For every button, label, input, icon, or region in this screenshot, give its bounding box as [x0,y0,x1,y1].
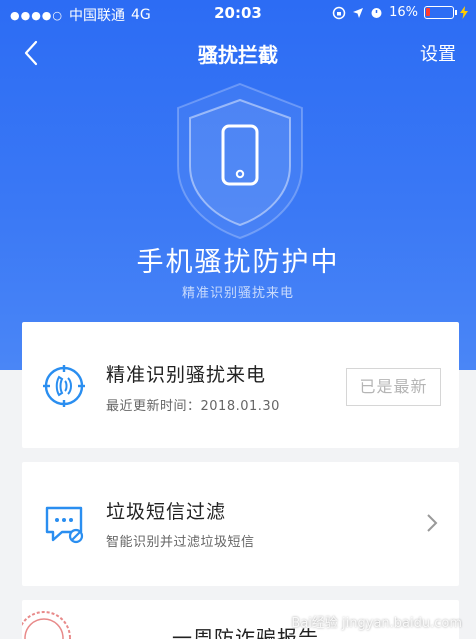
lock-rotation-icon [332,6,346,19]
sms-filter-card[interactable]: 垃圾短信过滤 智能识别并过滤垃圾短信 [22,462,459,586]
call-id-title: 精准识别骚扰来电 [106,364,267,386]
sms-filter-subtitle: 智能识别并过滤垃圾短信 [106,535,255,550]
settings-button[interactable]: 设置 [420,40,456,66]
alarm-icon [371,8,382,18]
location-arrow-icon [353,7,364,18]
charging-icon [460,6,468,19]
status-right: 16% [332,5,468,20]
protection-status-subtitle: 精准识别骚扰来电 [181,286,294,301]
navigation-bar: 骚扰拦截 设置 [0,30,476,76]
hero-panel: ●●●●○ 中国联通 4G 20:03 16% 骚扰拦截 设置 手机骚扰防护中 … [0,0,476,370]
report-stamp-icon [22,611,71,639]
call-identification-card[interactable]: 精准识别骚扰来电 最近更新时间：2018.01.30 已是最新 [22,322,459,448]
status-bar: ●●●●○ 中国联通 4G 20:03 16% [0,0,476,28]
page-title: 骚扰拦截 [198,43,278,67]
call-id-update-time: 最近更新时间：2018.01.30 [106,399,280,414]
sms-filter-title: 垃圾短信过滤 [106,501,227,523]
update-status-button[interactable]: 已是最新 [346,368,441,406]
watermark: Bai经验 jingyan.baidu.com [291,616,462,631]
phone-target-icon [43,365,85,407]
message-filter-icon [45,506,84,544]
app-screen: ●●●●○ 中国联通 4G 20:03 16% 骚扰拦截 设置 手机骚扰防护中 … [0,0,476,639]
protection-status-title: 手机骚扰防护中 [136,247,340,278]
battery-percent: 16% [389,5,418,20]
battery-level [426,8,430,16]
shield-phone-icon [177,82,303,240]
battery-icon [424,6,457,19]
chevron-right-icon[interactable] [425,512,439,534]
